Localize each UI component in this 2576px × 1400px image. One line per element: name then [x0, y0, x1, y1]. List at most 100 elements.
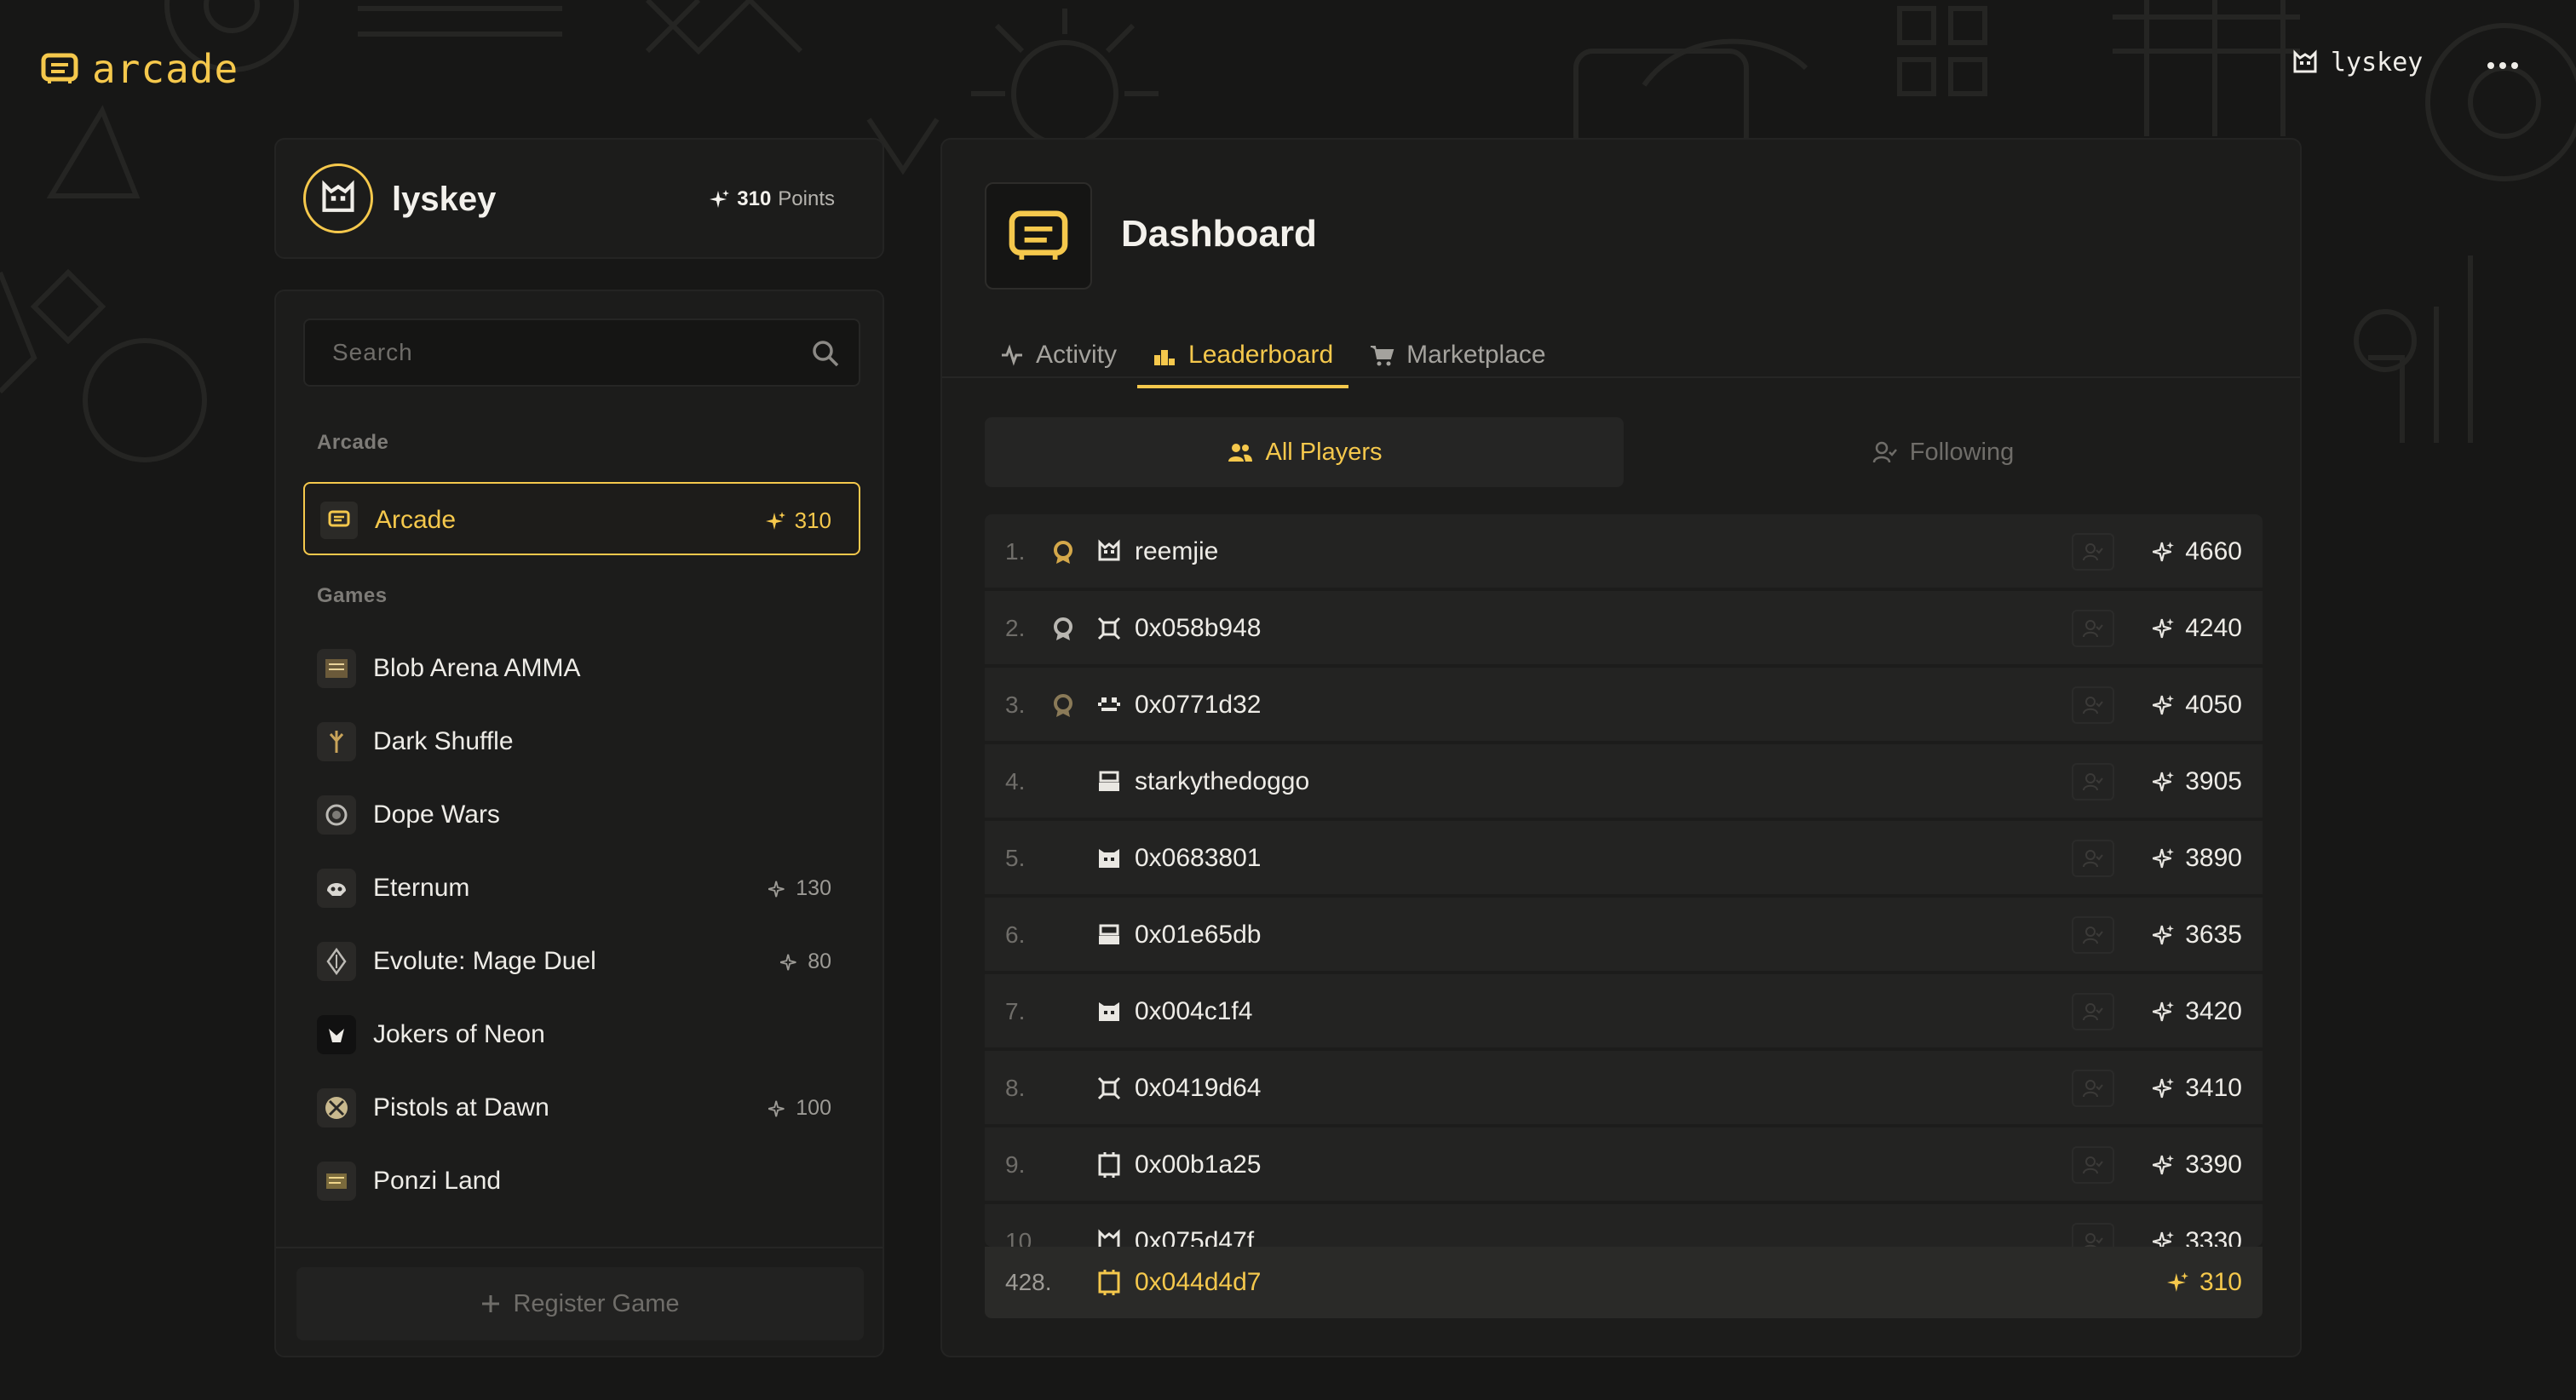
sparkle-outline-icon: [2153, 925, 2175, 945]
page-title: Dashboard: [1121, 213, 1317, 255]
leaderboard-row[interactable]: 1. reemjie 4660: [985, 514, 2263, 589]
profile-points: 310 Points: [710, 187, 835, 211]
register-game-button[interactable]: Register Game: [296, 1267, 864, 1340]
sparkle-outline-icon: [2153, 772, 2175, 792]
sidebar-item-ponzi-land[interactable]: Ponzi Land: [317, 1146, 845, 1214]
sidebar-item-eternum[interactable]: Eternum 130: [317, 853, 845, 921]
account-button[interactable]: lyskey: [2291, 48, 2423, 77]
follow-user-icon[interactable]: [2072, 1070, 2114, 1107]
follow-user-icon[interactable]: [2072, 763, 2114, 800]
player-score-value: 4050: [2185, 691, 2242, 719]
player-score: 3330: [2153, 1227, 2242, 1247]
leaderboard-row[interactable]: 7. 0x004c1f4 3420: [985, 974, 2263, 1049]
follow-user-icon[interactable]: [2072, 686, 2114, 724]
player-name: 0x004c1f4: [1135, 997, 1253, 1025]
game-label: Dope Wars: [373, 800, 500, 829]
pistols-at-dawn-icon: [317, 1088, 356, 1127]
sidebar-item-evolute[interactable]: Evolute: Mage Duel 80: [317, 927, 845, 995]
player-score-value: 3420: [2185, 997, 2242, 1025]
dashboard-icon: [985, 182, 1092, 290]
game-points: 80: [780, 950, 831, 974]
arcade-section-label: Arcade: [317, 431, 389, 454]
current-player-row[interactable]: 428. 0x044d4d7 310: [985, 1247, 2263, 1318]
leaderboard-row[interactable]: 5. 0x0683801 3890: [985, 821, 2263, 896]
sparkle-outline-icon: [2153, 848, 2175, 869]
sidebar-item-arcade[interactable]: Arcade 310: [303, 482, 860, 555]
leaderboard-list: 1. reemjie 4660 2. 0x058b948 4240 3. 0x0771d32 4…: [985, 514, 2263, 1247]
sparkle-outline-icon: [2153, 695, 2175, 715]
leaderboard-row[interactable]: 4. starkythedoggo 3905: [985, 744, 2263, 819]
games-section-label: Games: [317, 584, 388, 607]
player-avatar-icon: [1095, 1228, 1123, 1247]
game-label: Evolute: Mage Duel: [373, 947, 596, 975]
user-check-icon: [1872, 441, 1897, 463]
follow-user-icon[interactable]: [2072, 916, 2114, 954]
arcade-points: 310: [765, 508, 831, 534]
player-avatar-icon: [1095, 768, 1123, 795]
top-bar: arcade lyskey: [0, 0, 2576, 136]
dashboard-panel: Dashboard Activity Leaderboard Marketpla…: [940, 138, 2302, 1357]
following-button[interactable]: Following: [1624, 417, 2263, 487]
rank: 4.: [1005, 768, 1026, 795]
sparkle-outline-icon: [768, 881, 785, 897]
arcade-logo[interactable]: arcade: [41, 46, 239, 92]
follow-user-icon[interactable]: [2072, 840, 2114, 877]
player-name: 0x058b948: [1135, 614, 1262, 642]
sidebar-item-pistols-at-dawn[interactable]: Pistols at Dawn 100: [317, 1073, 845, 1141]
player-filter: All Players Following: [985, 417, 2263, 487]
rank: 10.: [1005, 1228, 1038, 1247]
player-score: 4660: [2153, 537, 2242, 566]
sidebar-item-dark-shuffle[interactable]: Dark Shuffle: [317, 707, 845, 775]
tab-label: Leaderboard: [1188, 341, 1334, 369]
leaderboard-row[interactable]: 9. 0x00b1a25 3390: [985, 1127, 2263, 1202]
leaderboard-row[interactable]: 10. 0x075d47f 3330: [985, 1204, 2263, 1247]
sparkle-outline-icon: [2153, 1155, 2175, 1175]
blob-arena-icon: [317, 649, 356, 688]
follow-user-icon[interactable]: [2072, 993, 2114, 1030]
all-players-button[interactable]: All Players: [985, 417, 1624, 487]
header-username: lyskey: [2331, 48, 2424, 77]
sidebar-item-blob-arena[interactable]: Blob Arena AMMA: [317, 634, 845, 702]
sidebar-item-dope-wars[interactable]: Dope Wars: [317, 780, 845, 848]
game-label: Blob Arena AMMA: [373, 654, 581, 682]
rank: 2.: [1005, 615, 1026, 641]
game-label: Ponzi Land: [373, 1167, 502, 1195]
player-avatar-icon: [1095, 845, 1123, 872]
search-field[interactable]: [303, 318, 860, 387]
sidebar-item-jokers-of-neon[interactable]: Jokers of Neon: [317, 1000, 845, 1068]
podium-icon: [1154, 350, 1176, 365]
player-score: 4050: [2153, 691, 2242, 720]
player-score: 4240: [2153, 614, 2242, 643]
follow-user-icon[interactable]: [2072, 1146, 2114, 1184]
player-name: 0x044d4d7: [1135, 1268, 1262, 1296]
sidebar-item-label: Arcade: [375, 506, 457, 534]
sparkle-icon: [710, 190, 730, 208]
segment-label: Following: [1909, 438, 2015, 466]
follow-user-icon[interactable]: [2072, 1223, 2114, 1247]
player-score-value: 3890: [2185, 844, 2242, 872]
follow-user-icon[interactable]: [2072, 533, 2114, 571]
game-points: 100: [768, 1096, 831, 1121]
game-label: Eternum: [373, 874, 470, 902]
leaderboard-row[interactable]: 6. 0x01e65db 3635: [985, 898, 2263, 973]
player-avatar-icon: [1095, 691, 1123, 719]
player-score-value: 3330: [2185, 1227, 2242, 1247]
player-avatar-icon: [1095, 998, 1123, 1025]
search-icon: [813, 341, 839, 367]
search-input[interactable]: [305, 320, 799, 385]
player-score-value: 4660: [2185, 537, 2242, 565]
player-score: 3635: [2153, 921, 2242, 950]
leaderboard-row[interactable]: 2. 0x058b948 4240: [985, 591, 2263, 666]
sparkle-outline-icon: [2153, 1231, 2175, 1247]
more-horizontal-icon[interactable]: [2477, 44, 2528, 87]
leaderboard-row[interactable]: 3. 0x0771d32 4050: [985, 668, 2263, 743]
profile-card: lyskey 310 Points: [274, 138, 884, 259]
leaderboard-row[interactable]: 8. 0x0419d64 3410: [985, 1051, 2263, 1126]
rank: 7.: [1005, 998, 1026, 1024]
rank: 3.: [1005, 691, 1026, 718]
follow-user-icon[interactable]: [2072, 610, 2114, 647]
player-score: 3905: [2153, 767, 2242, 796]
arcade-logo-icon: [41, 53, 78, 83]
player-score-value: 3635: [2185, 921, 2242, 949]
player-score-value: 3390: [2185, 1150, 2242, 1179]
